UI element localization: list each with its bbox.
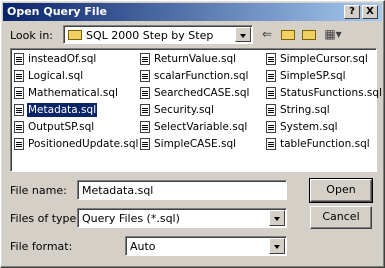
lookin-value: SQL 2000 Step by Step: [86, 29, 214, 42]
views-menu-icon[interactable]: ▦▾: [321, 26, 345, 42]
lookin-combo[interactable]: SQL 2000 Step by Step: [63, 25, 253, 44]
sql-file-icon: [266, 138, 276, 150]
sql-file-icon: [140, 138, 150, 150]
chevron-down-icon: [240, 34, 246, 38]
filetype-combo[interactable]: Query Files (*.sql): [77, 208, 287, 228]
file-list[interactable]: insteadOf.sql Logical.sql Mathematical.s…: [10, 48, 382, 172]
sql-file-icon: [140, 104, 150, 116]
fileformat-combo[interactable]: Auto: [125, 236, 287, 256]
sql-file-icon: [14, 138, 24, 150]
folder-icon: [68, 30, 82, 40]
open-query-file-dialog: Open Query File ? X Look in: SQL 2000 St…: [0, 0, 385, 268]
sql-file-icon: [266, 53, 276, 65]
filename-label: File name:: [10, 184, 67, 197]
sql-file-icon: [266, 70, 276, 82]
sql-file-icon: [14, 53, 24, 65]
sql-file-icon: [14, 121, 24, 133]
title-bar[interactable]: Open Query File ? X: [3, 3, 382, 21]
sql-file-icon: [266, 121, 276, 133]
close-button[interactable]: X: [362, 5, 378, 19]
sql-file-icon: [14, 70, 24, 82]
chevron-down-icon: [274, 245, 280, 249]
sql-file-icon: [14, 87, 24, 99]
up-folder-icon[interactable]: [279, 26, 297, 42]
lookin-dropdown-button[interactable]: [235, 27, 251, 42]
sql-file-icon: [140, 70, 150, 82]
filename-input[interactable]: Metadata.sql: [77, 180, 287, 200]
fileformat-value: Auto: [130, 240, 156, 253]
fileformat-label: File format:: [10, 240, 73, 253]
window-title: Open Query File: [7, 5, 107, 18]
sql-file-icon: [140, 87, 150, 99]
open-button[interactable]: Open: [309, 178, 373, 203]
lookin-label: Look in:: [10, 29, 53, 42]
sql-file-icon: [266, 87, 276, 99]
sql-file-icon: [140, 121, 150, 133]
help-button[interactable]: ?: [344, 5, 360, 19]
chevron-down-icon: [274, 217, 280, 221]
filetype-label: Files of type:: [10, 212, 81, 225]
filename-value: Metadata.sql: [82, 184, 154, 197]
sql-file-icon: [14, 104, 24, 116]
sql-file-icon: [266, 104, 276, 116]
cancel-button[interactable]: Cancel: [310, 206, 372, 229]
sql-file-icon: [140, 53, 150, 65]
new-folder-icon[interactable]: [300, 26, 318, 42]
filetype-value: Query Files (*.sql): [82, 212, 180, 225]
back-arrow-icon[interactable]: ⇐: [259, 26, 275, 42]
filetype-dropdown-button[interactable]: [269, 210, 285, 226]
fileformat-dropdown-button[interactable]: [269, 238, 285, 254]
